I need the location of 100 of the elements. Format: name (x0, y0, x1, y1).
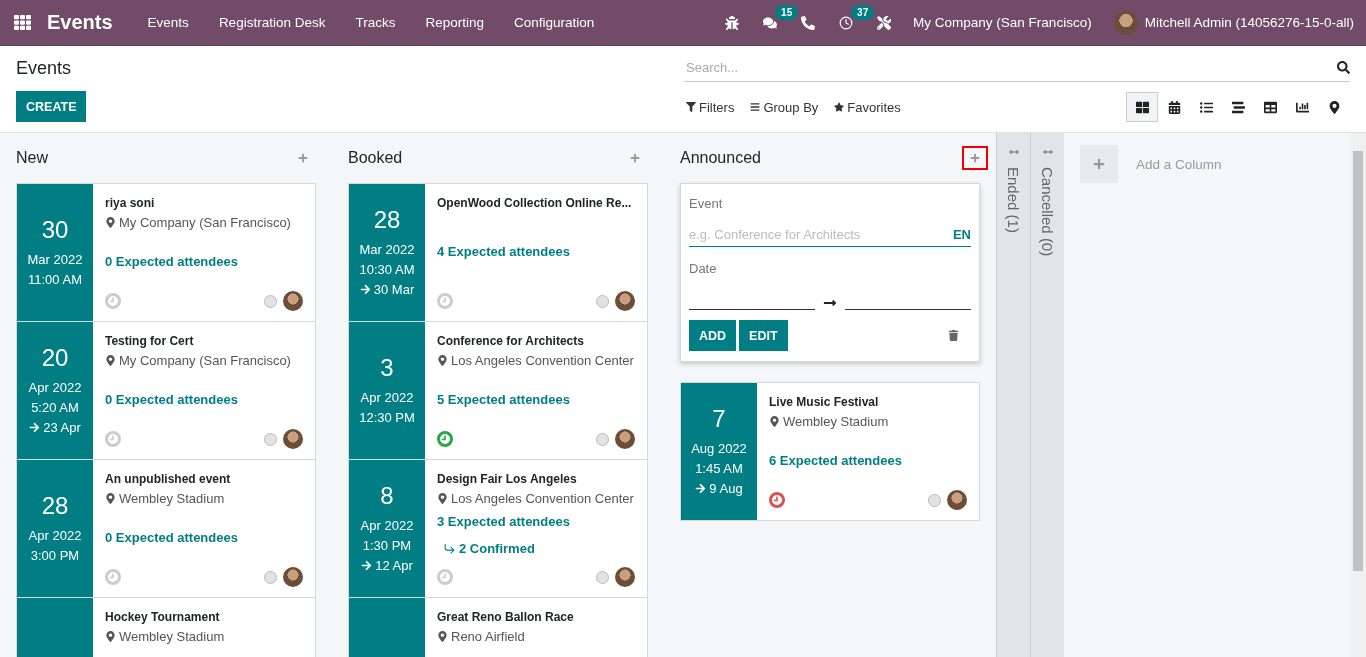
confirmed-count: 2 Confirmed (443, 541, 635, 556)
avatar (615, 567, 635, 587)
filter-menu-button[interactable]: Favorites (832, 97, 903, 117)
language-tag[interactable]: EN (952, 227, 971, 242)
event-card[interactable]: 28 Mar 2022 10:30 AM 30 Mar OpenWood Collection Online Re... 4 Expected attendees (348, 183, 648, 322)
add-column-button[interactable] (1080, 145, 1118, 183)
menu-item[interactable]: Registration Desk (203, 15, 341, 30)
filter-menu-button[interactable]: Group By (748, 97, 821, 117)
event-month: Apr 2022 (360, 516, 414, 535)
event-day: 30 (41, 215, 69, 244)
tools-icon[interactable] (877, 15, 892, 30)
app-title: Events (47, 11, 113, 34)
event-day: 20 (41, 343, 69, 372)
menu-item[interactable]: Reporting (410, 15, 499, 30)
apps-menu-icon[interactable] (14, 14, 31, 31)
event-title: Conference for Architects (437, 334, 585, 348)
event-card[interactable]: 8 Apr 2022 1:30 PM 12 Apr Design Fair Los Angeles Los Angeles Convention Center 3 Expected attendees 2 Confirmed (348, 459, 648, 598)
event-title: Live Music Festival (769, 395, 880, 409)
scrollbar[interactable] (1350, 133, 1366, 657)
expected-attendees: 6 Expected attendees (769, 453, 903, 468)
field-label: Date (689, 261, 718, 276)
user-menu[interactable]: Mitchell Admin (14056276-15-0-all) (1144, 15, 1354, 30)
status-dot[interactable] (596, 570, 609, 584)
location-pin-icon (437, 493, 448, 504)
location-pin-icon (437, 355, 448, 366)
trash-icon[interactable] (948, 330, 959, 341)
event-card[interactable]: 3 Apr 2022 12:30 PM Conference for Architects Los Angeles Convention Center 5 Expected attendees (348, 321, 648, 460)
status-dot[interactable] (264, 432, 277, 446)
form-button[interactable]: ADD (689, 320, 737, 351)
menu-item[interactable]: Configuration (498, 15, 610, 30)
event-location: Los Angeles Convention Center (437, 353, 635, 368)
plus-icon (630, 153, 640, 163)
event-location: My Company (San Francisco) (105, 353, 303, 368)
menu-item[interactable]: Tracks (340, 15, 411, 30)
status-dot[interactable] (928, 493, 941, 507)
company-switcher[interactable]: My Company (San Francisco) (913, 15, 1092, 30)
favorite-icon (834, 102, 845, 112)
event-card[interactable]: Hockey Tournament Wembley Stadium (16, 597, 316, 657)
event-title: Hockey Tournament (105, 610, 221, 624)
folded-column-title: Ended (1) (1005, 167, 1022, 233)
event-month: Apr 2022 (360, 388, 414, 407)
event-card[interactable]: 30 Mar 2022 11:00 AM riya soni My Company (San Francisco) 0 Expected attendees (16, 183, 316, 322)
activity-icon[interactable] (839, 15, 854, 30)
event-end-date: 9 Aug (695, 478, 743, 499)
search-icon[interactable] (1337, 61, 1350, 74)
arrow-right-icon (359, 284, 371, 295)
avatar (283, 567, 303, 587)
graph-icon (1295, 100, 1309, 114)
event-title: An unpublished event (105, 472, 232, 486)
event-time: 11:00 AM (28, 270, 82, 289)
kanban-view-button[interactable] (1126, 92, 1158, 122)
event-day: 3 (380, 353, 394, 382)
avatar (615, 429, 635, 449)
field-label: Event (689, 196, 724, 211)
list-icon (1199, 100, 1213, 114)
status-dot[interactable] (264, 294, 277, 308)
event-time: 1:45 AM (695, 459, 743, 478)
phone-icon[interactable] (801, 15, 816, 30)
gantt-icon (1231, 100, 1245, 114)
chat-icon[interactable] (763, 15, 778, 30)
event-location: My Company (San Francisco) (105, 215, 303, 230)
event-card[interactable]: 20 Apr 2022 5:20 AM 23 Apr Testing for Cert My Company (San Francisco) 0 Expected attendees (16, 321, 316, 460)
bug-icon[interactable] (725, 15, 740, 30)
map-icon (1327, 100, 1341, 114)
event-location: Wembley Stadium (105, 629, 303, 644)
calendar-icon (1167, 100, 1181, 114)
form-button[interactable]: EDIT (739, 320, 788, 351)
avatar (947, 490, 967, 510)
add-card-button[interactable] (962, 146, 988, 170)
filter-icon (686, 102, 696, 112)
folded-column[interactable]: Ended (1) (996, 133, 1030, 657)
menu-item[interactable]: Events (132, 15, 204, 30)
location-pin-icon (437, 631, 448, 642)
event-time: 3:00 PM (30, 546, 80, 565)
activity-clock-icon[interactable] (769, 492, 785, 508)
expected-attendees: 0 Expected attendees (105, 392, 239, 407)
status-dot[interactable] (596, 294, 609, 308)
location-pin-icon (105, 493, 116, 504)
event-title: Great Reno Ballon Race (437, 610, 575, 624)
event-card[interactable]: 7 Aug 2022 1:45 AM 9 Aug Live Music Festival Wembley Stadium 6 Expected attendees (680, 382, 980, 521)
activity-clock-icon[interactable] (437, 431, 453, 447)
expected-attendees: 3 Expected attendees (437, 514, 571, 529)
create-button[interactable]: CREATE (16, 91, 87, 122)
folded-column[interactable]: Cancelled (0) (1030, 133, 1064, 657)
event-month: Apr 2022 (28, 526, 82, 545)
expand-icon (1042, 147, 1053, 157)
status-dot[interactable] (264, 570, 277, 584)
event-location: Los Angeles Convention Center (437, 491, 635, 506)
user-avatar[interactable] (1113, 10, 1138, 35)
event-time: 5:20 AM (31, 398, 79, 417)
column-title: Announced (680, 149, 761, 167)
group-icon (750, 102, 761, 112)
event-end-date: 30 Mar (359, 279, 415, 300)
event-title: riya soni (105, 196, 156, 210)
filter-menu-button[interactable]: Filters (684, 97, 737, 117)
event-card[interactable]: Great Reno Ballon Race Reno Airfield (348, 597, 648, 657)
event-card[interactable]: 28 Apr 2022 3:00 PM An unpublished event Wembley Stadium 0 Expected attendees (16, 459, 316, 598)
status-dot[interactable] (596, 432, 609, 446)
expected-attendees: 0 Expected attendees (105, 254, 239, 269)
corner-arrow-icon (443, 542, 456, 555)
